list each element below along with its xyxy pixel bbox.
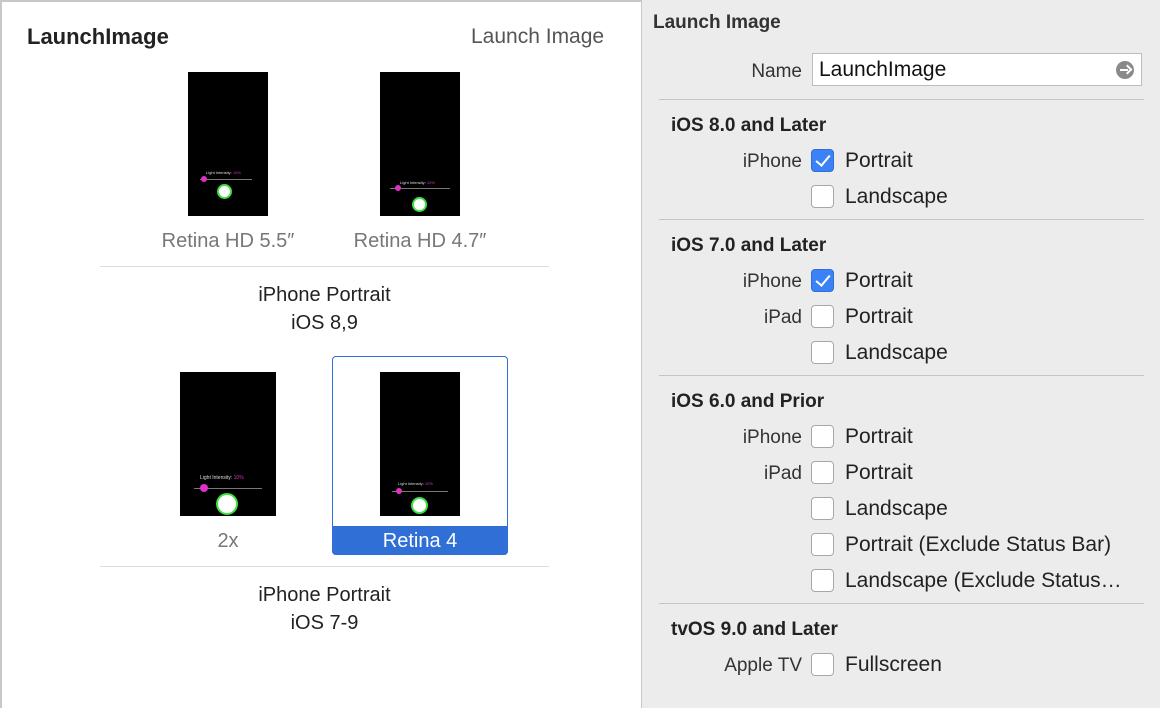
- section-title-ios7: iOS 7.0 and Later: [671, 235, 827, 256]
- slider-knob-icon: [201, 176, 207, 182]
- slider-knob-icon: [200, 484, 208, 492]
- checkbox-label: Portrait: [845, 305, 913, 328]
- checkbox-tvos-fullscreen[interactable]: [811, 653, 834, 676]
- checkbox-label: Landscape: [845, 497, 948, 520]
- launch-image-thumbnail: Light Intensity: 10%: [380, 72, 460, 216]
- section-divider: [659, 375, 1144, 376]
- name-value: LaunchImage: [819, 58, 947, 81]
- checkbox-ios6-portrait-exclude-status-bar[interactable]: [811, 533, 834, 556]
- section-divider: [659, 219, 1144, 220]
- group-label-device: iPhone Portrait: [258, 284, 391, 306]
- slot-label: 2x: [217, 530, 239, 552]
- asset-preview-panel: LaunchImage Launch Image Light Intensity…: [0, 0, 641, 708]
- section-title-ios8: iOS 8.0 and Later: [671, 115, 827, 136]
- checkbox-ios6-iphone-portrait[interactable]: [811, 425, 834, 448]
- inspector-title: Launch Image: [653, 12, 781, 33]
- checkbox-label: Landscape: [845, 341, 948, 364]
- checkbox-label: Landscape (Exclude Status…: [845, 569, 1122, 592]
- asset-title: LaunchImage: [27, 24, 169, 49]
- checkbox-ios7-ipad-landscape[interactable]: [811, 341, 834, 364]
- checkbox-ios6-ipad-portrait[interactable]: [811, 461, 834, 484]
- row-label-iphone: iPhone: [742, 151, 802, 172]
- checkbox-ios6-ipad-landscape[interactable]: [811, 497, 834, 520]
- launch-image-thumbnail: Light Intensity: 10%: [180, 372, 276, 516]
- checkbox-label: Portrait: [845, 461, 913, 484]
- row-label-iphone: iPhone: [742, 427, 802, 448]
- slot-label: Retina HD 4.7″: [353, 230, 487, 252]
- arrow-right-circle-icon[interactable]: [1116, 61, 1134, 79]
- slot-label: Retina HD 5.5″: [161, 230, 295, 252]
- row-label-ipad: iPad: [763, 307, 802, 328]
- circle-icon: [411, 497, 428, 514]
- checkbox-ios7-iphone-portrait[interactable]: [811, 269, 834, 292]
- group-divider: [100, 266, 549, 267]
- group-label-device: iPhone Portrait: [258, 584, 391, 606]
- launch-image-thumbnail: Light Intensity: 10%: [380, 372, 460, 516]
- section-title-tvos: tvOS 9.0 and Later: [671, 619, 838, 640]
- row-label-iphone: iPhone: [742, 271, 802, 292]
- slider-knob-icon: [396, 488, 402, 494]
- name-label: Name: [751, 61, 802, 82]
- checkbox-label: Portrait: [845, 149, 913, 172]
- group-label-os: iOS 7-9: [290, 612, 359, 634]
- launch-image-thumbnail: Light Intensity: 10%: [188, 72, 268, 216]
- circle-icon: [412, 197, 427, 212]
- checkbox-ios6-landscape-exclude-status-bar[interactable]: [811, 569, 834, 592]
- checkbox-ios8-iphone-landscape[interactable]: [811, 185, 834, 208]
- slider-knob-icon: [395, 185, 401, 191]
- circle-icon: [216, 493, 238, 515]
- checkbox-ios8-iphone-portrait[interactable]: [811, 149, 834, 172]
- asset-type-label: Launch Image: [471, 25, 605, 48]
- row-label-apple-tv: Apple TV: [724, 655, 802, 676]
- group-divider: [100, 566, 549, 567]
- checkbox-label: Landscape: [845, 185, 948, 208]
- slot-label-selected: Retina 4: [332, 526, 508, 555]
- checkbox-label: Portrait: [845, 425, 913, 448]
- section-title-ios6: iOS 6.0 and Prior: [671, 391, 825, 412]
- checkbox-label: Fullscreen: [845, 653, 942, 676]
- checkbox-label: Portrait (Exclude Status Bar): [845, 533, 1112, 556]
- row-label-ipad: iPad: [763, 463, 802, 484]
- name-field[interactable]: LaunchImage: [812, 53, 1142, 86]
- checkbox-label: Portrait: [845, 269, 913, 292]
- group-label-os: iOS 8,9: [291, 312, 358, 334]
- section-divider: [659, 603, 1144, 604]
- section-divider: [659, 99, 1144, 100]
- checkbox-ios7-ipad-portrait[interactable]: [811, 305, 834, 328]
- attributes-inspector: Launch Image Name LaunchImage iOS 8.0 an…: [641, 0, 1160, 708]
- circle-icon: [217, 184, 232, 199]
